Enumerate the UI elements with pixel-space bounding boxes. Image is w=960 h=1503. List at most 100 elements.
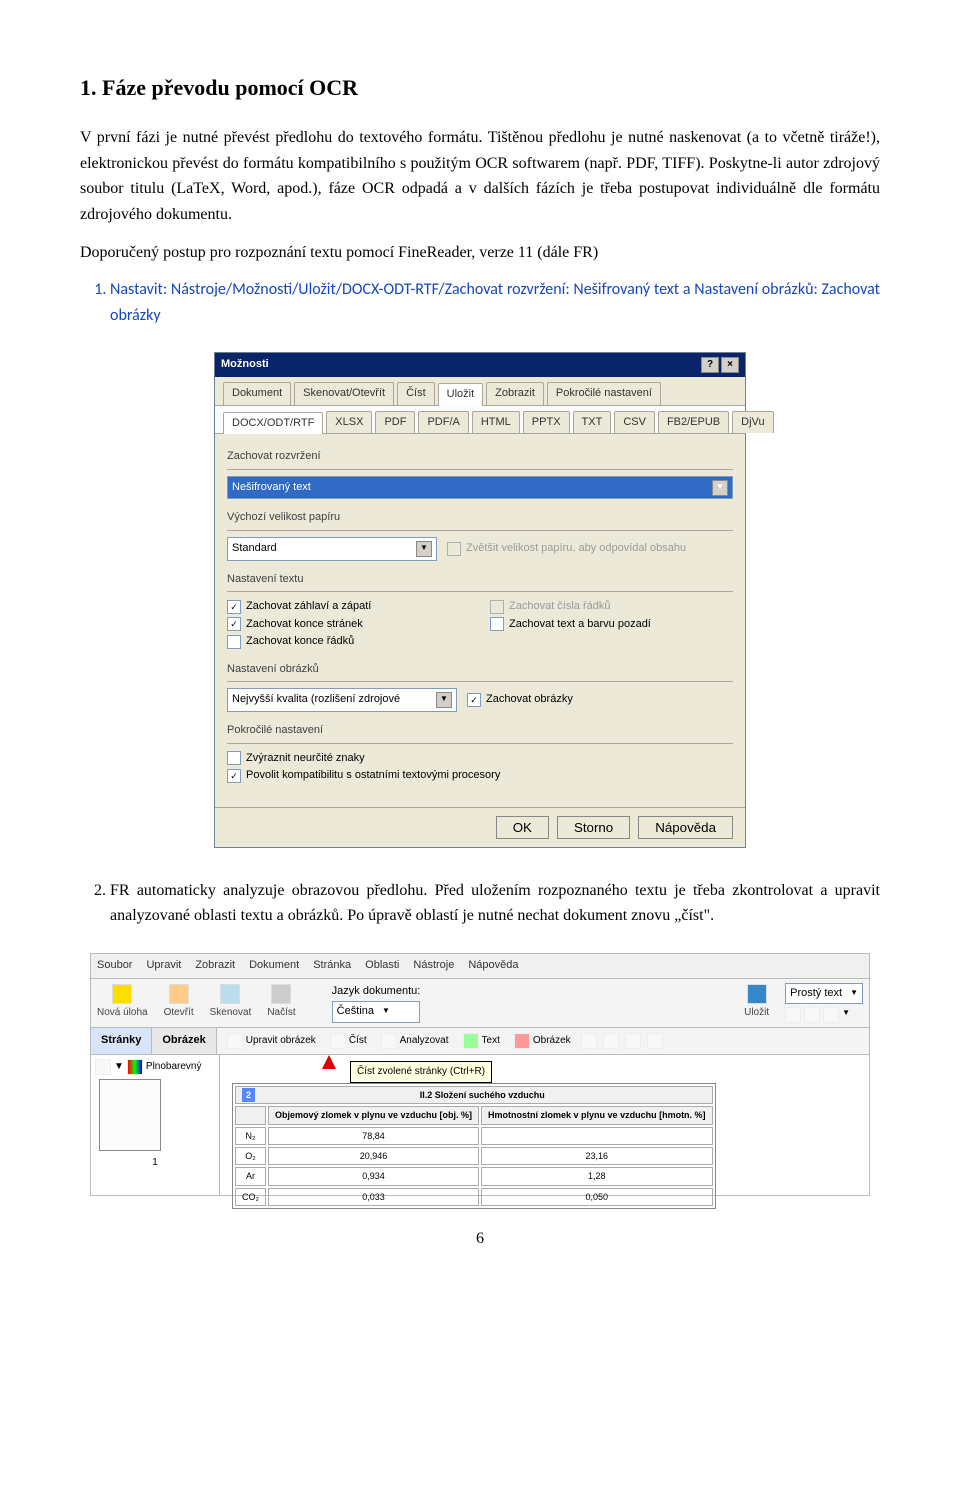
image-pane-tab[interactable]: Obrázek	[152, 1028, 216, 1054]
cancel-button[interactable]: Storno	[557, 816, 630, 839]
keep-images-checkbox[interactable]: ✓Zachovat obrázky	[467, 691, 573, 709]
tab-docx[interactable]: DOCX/ODT/RTF	[223, 412, 323, 435]
scanner-icon	[220, 984, 240, 1004]
star-icon	[112, 984, 132, 1004]
compat-checkbox[interactable]: ✓Povolit kompatibilitu s ostatními texto…	[227, 767, 733, 785]
layout-select[interactable]: Nešifrovaný text ▼	[227, 476, 733, 500]
tab-document[interactable]: Dokument	[223, 382, 291, 405]
page-number: 6	[80, 1226, 880, 1252]
menu-areas[interactable]: Oblasti	[365, 957, 399, 975]
adv-group-label: Pokročilé nastavení	[227, 722, 733, 740]
para-1: V první fázi je nutné převést předlohu d…	[80, 125, 880, 227]
view-icon[interactable]	[95, 1059, 111, 1075]
col-header-2: Hmotnostní zlomek v plynu ve vzduchu [hm…	[481, 1106, 713, 1124]
pagebreak-checkbox[interactable]: ✓Zachovat konce stránek	[227, 616, 470, 634]
tab-djvu[interactable]: DjVu	[732, 411, 773, 434]
linebreak-checkbox[interactable]: Zachovat konce řádků	[227, 633, 470, 651]
tab-scan-open[interactable]: Skenovat/Otevřít	[294, 382, 394, 405]
tab-csv[interactable]: CSV	[614, 411, 655, 434]
finereader-toolbar: Soubor Upravit Zobrazit Dokument Stránka…	[90, 953, 870, 1196]
pages-pane: ▼ Plnobarevný 1	[91, 1055, 220, 1195]
scan-button[interactable]: Skenovat	[210, 984, 252, 1021]
tab-pptx[interactable]: PPTX	[523, 411, 570, 434]
tab-xlsx[interactable]: XLSX	[326, 411, 372, 434]
image-area-button[interactable]: Obrázek	[510, 1032, 575, 1050]
folder-icon	[169, 984, 189, 1004]
color-mode-label: Plnobarevný	[146, 1059, 202, 1075]
chevron-down-icon: ▼	[712, 480, 728, 496]
language-select[interactable]: Čeština▼	[332, 1001, 421, 1023]
paper-value: Standard	[232, 540, 277, 558]
image-pane: Číst zvolené stránky (Ctrl+R) 2II.2 Slož…	[220, 1055, 869, 1195]
load-button[interactable]: Načíst	[267, 984, 295, 1021]
chevron-down-icon[interactable]: ▼	[842, 1007, 850, 1023]
table-row: Ar0,9341,28	[235, 1167, 713, 1185]
menu-file[interactable]: Soubor	[97, 957, 132, 975]
tab-html[interactable]: HTML	[472, 411, 520, 434]
image-group-label: Nastavení obrázků	[227, 661, 733, 679]
page-thumbnail[interactable]	[99, 1079, 161, 1151]
language-label: Jazyk dokumentu:	[332, 983, 421, 1001]
format-select[interactable]: Prostý text▼	[785, 983, 863, 1005]
menu-document[interactable]: Dokument	[249, 957, 299, 975]
export-icon[interactable]	[804, 1007, 820, 1023]
camera-icon	[271, 984, 291, 1004]
read-button[interactable]: Číst	[326, 1032, 371, 1050]
paper-group-label: Výchozí velikost papíru	[227, 509, 733, 527]
main-tabs: Dokument Skenovat/Otevřít Číst Uložit Zo…	[215, 377, 745, 406]
step-1: Nastavit: Nástroje/Možnosti/Uložit/DOCX-…	[110, 277, 880, 328]
close-icon[interactable]: ×	[721, 357, 739, 373]
tab-txt[interactable]: TXT	[573, 411, 612, 434]
export-icon[interactable]	[823, 1007, 839, 1023]
chevron-down-icon: ▼	[416, 541, 432, 557]
tooltip: Číst zvolené stránky (Ctrl+R)	[350, 1061, 492, 1083]
thumbnail-page-number: 1	[95, 1155, 215, 1171]
tab-view[interactable]: Zobrazit	[486, 382, 544, 405]
text-icon	[463, 1033, 479, 1049]
open-button[interactable]: Otevřít	[164, 984, 194, 1021]
tool-icon[interactable]	[647, 1033, 663, 1049]
tab-advanced[interactable]: Pokročilé nastavení	[547, 382, 661, 405]
new-task-button[interactable]: Nová úloha	[97, 984, 148, 1021]
table-row: CO₂0,0330,050	[235, 1188, 713, 1206]
bgtext-checkbox[interactable]: Zachovat text a barvu pozadí	[490, 616, 733, 634]
export-icon[interactable]	[785, 1007, 801, 1023]
menu-view[interactable]: Zobrazit	[195, 957, 235, 975]
heading: 1. Fáze převodu pomocí OCR	[80, 70, 880, 105]
highlight-checkbox[interactable]: Zvýraznit neurčité znaky	[227, 750, 733, 768]
header-checkbox[interactable]: ✓Zachovat záhlaví a zápatí	[227, 598, 470, 616]
tab-read[interactable]: Číst	[397, 382, 435, 405]
book-icon	[330, 1033, 346, 1049]
tab-pdfa[interactable]: PDF/A	[418, 411, 468, 434]
save-button[interactable]: Uložit	[744, 984, 769, 1021]
menu-edit[interactable]: Upravit	[146, 957, 181, 975]
color-icon	[127, 1059, 143, 1075]
menu-help[interactable]: Nápověda	[468, 957, 518, 975]
chevron-down-icon: ▼	[850, 987, 858, 1000]
tab-fb2[interactable]: FB2/EPUB	[658, 411, 729, 434]
paper-select[interactable]: Standard ▼	[227, 537, 437, 561]
step-2: FR automaticky analyzuje obrazovou předl…	[110, 878, 880, 929]
menu-tools[interactable]: Nástroje	[413, 957, 454, 975]
help-icon[interactable]: ?	[701, 357, 719, 373]
enlarge-paper-checkbox: Zvětšit velikost papíru, aby odpovídal o…	[447, 540, 686, 558]
text-group-label: Nastavení textu	[227, 571, 733, 589]
tool-icon[interactable]	[581, 1033, 597, 1049]
tool-icon[interactable]	[603, 1033, 619, 1049]
linenum-checkbox: Zachovat čísla řádků	[490, 598, 733, 616]
col-header-1: Objemový zlomek v plynu ve vzduchu [obj.…	[268, 1106, 479, 1124]
menu-page[interactable]: Stránka	[313, 957, 351, 975]
dialog-title: Možnosti	[221, 356, 269, 374]
pages-pane-tab[interactable]: Stránky	[91, 1028, 152, 1054]
tool-icon[interactable]	[625, 1033, 641, 1049]
chevron-down-icon[interactable]: ▼	[114, 1059, 124, 1075]
options-dialog: Možnosti ? × Dokument Skenovat/Otevřít Č…	[214, 352, 746, 848]
image-quality-select[interactable]: Nejvyšší kvalita (rozlišení zdrojové ▼	[227, 688, 457, 712]
ok-button[interactable]: OK	[496, 816, 549, 839]
edit-image-button[interactable]: Upravit obrázek	[223, 1032, 320, 1050]
text-button[interactable]: Text	[459, 1032, 504, 1050]
help-button[interactable]: Nápověda	[638, 816, 733, 839]
analyze-button[interactable]: Analyzovat	[377, 1032, 453, 1050]
tab-save[interactable]: Uložit	[438, 383, 484, 406]
tab-pdf[interactable]: PDF	[375, 411, 415, 434]
